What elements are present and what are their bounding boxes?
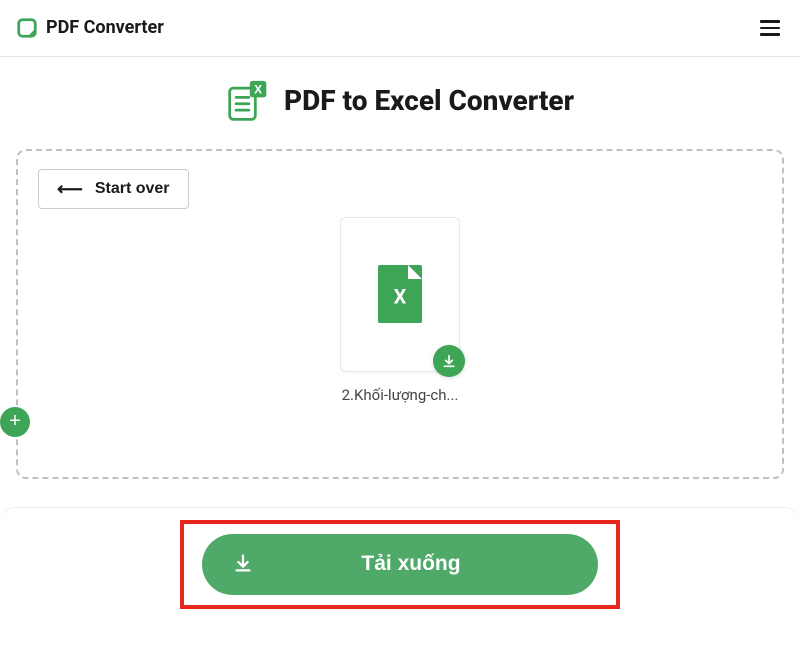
app-header: PDF Converter <box>0 0 800 57</box>
pdf-excel-icon: X <box>226 79 270 123</box>
download-icon <box>232 552 254 577</box>
download-button[interactable]: Tải xuống <box>202 534 598 595</box>
download-icon <box>441 353 457 369</box>
brand-logo-icon <box>16 17 38 39</box>
highlight-annotation: Tải xuống <box>180 520 620 609</box>
add-file-button[interactable]: + <box>0 407 30 437</box>
file-name: 2.Khối-lượng-ch... <box>340 386 460 404</box>
hamburger-icon <box>760 20 780 23</box>
brand[interactable]: PDF Converter <box>16 17 164 39</box>
file-card[interactable]: X 2.Khối-lượng-ch... <box>340 217 460 404</box>
download-section: Tải xuống <box>0 507 800 609</box>
download-label: Tải xuống <box>254 552 568 576</box>
file-list: X 2.Khối-lượng-ch... <box>38 217 762 404</box>
excel-file-icon: X <box>378 265 422 323</box>
dropzone-wrapper: + ⟵ Start over X 2.Khối-lượng-ch <box>0 149 800 489</box>
dropzone[interactable]: ⟵ Start over X 2.Khối-lượng-ch... <box>16 149 784 479</box>
file-thumbnail: X <box>340 217 460 372</box>
start-over-button[interactable]: ⟵ Start over <box>38 169 189 209</box>
title-section: X PDF to Excel Converter <box>0 57 800 149</box>
svg-text:X: X <box>254 82 262 96</box>
file-download-button[interactable] <box>433 345 465 377</box>
plus-icon: + <box>9 410 21 433</box>
hamburger-menu-button[interactable] <box>756 12 784 44</box>
page-title: PDF to Excel Converter <box>284 84 574 117</box>
brand-name: PDF Converter <box>46 17 164 38</box>
arrow-left-icon: ⟵ <box>57 180 83 198</box>
start-over-label: Start over <box>95 180 170 198</box>
